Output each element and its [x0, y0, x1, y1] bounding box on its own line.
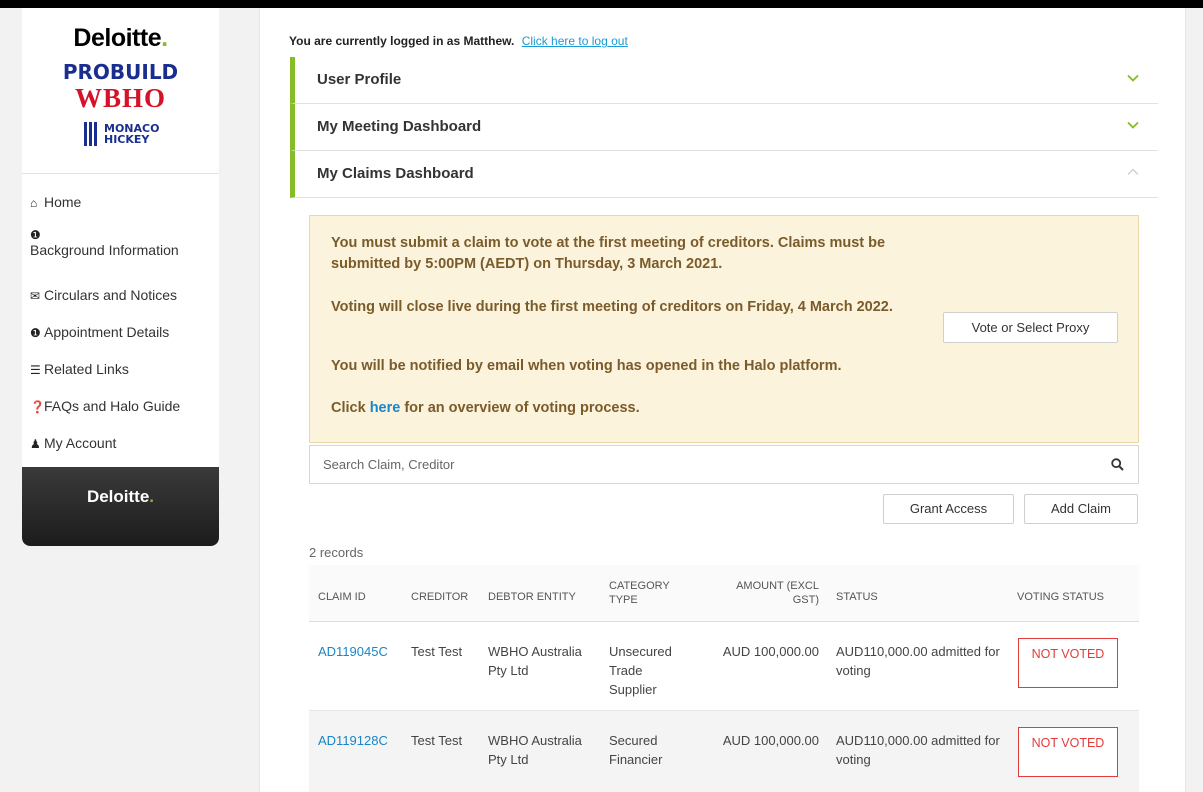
column-status: STATUS: [836, 591, 878, 603]
top-banner-strip: [0, 0, 1203, 8]
login-status: You are currently logged in as Matthew. …: [289, 34, 628, 48]
probuild-logo: PROBUILD: [62, 60, 179, 84]
user-icon: ♟: [30, 437, 41, 451]
question-circle-icon: ❓: [30, 400, 45, 414]
chevron-down-icon: [1127, 74, 1139, 82]
sidebar-item-faqs-and-halo-guide[interactable]: ❓FAQs and Halo Guide: [30, 398, 180, 414]
notice-claim-deadline: You must submit a claim to vote at the f…: [331, 235, 886, 272]
column-creditor: CREDITOR: [411, 591, 469, 603]
info-circle-icon: ❶: [30, 326, 41, 340]
monaco-bars-icon: [84, 122, 100, 146]
creditor-cell: Test Test: [411, 733, 463, 748]
deloitte-footer-logo: Deloitte.: [86, 487, 155, 506]
notice-voting-close: Voting will close live during the first …: [331, 299, 893, 315]
overview-link[interactable]: here: [370, 400, 401, 416]
chevron-up-icon: [1127, 168, 1139, 175]
column-claim-id: CLAIM ID: [318, 591, 366, 603]
table-row: AD119045C Test Test WBHO Australia Pty L…: [309, 622, 1139, 711]
sidebar-footer: Deloitte.: [22, 467, 219, 546]
table-row: AD119128C Test Test WBHO Australia Pty L…: [309, 711, 1139, 792]
sidebar-item-background-information[interactable]: ❶ Background Information: [30, 228, 179, 258]
add-claim-button[interactable]: Add Claim: [1024, 494, 1138, 524]
claim-search: [309, 445, 1139, 484]
sidebar-item-circulars-and-notices[interactable]: ✉ Circulars and Notices: [30, 287, 177, 303]
logout-link[interactable]: Click here to log out: [522, 34, 628, 48]
notice-overview: Click here for an overview of voting pro…: [331, 400, 640, 416]
sidebar-item-home[interactable]: ⌂ Home: [30, 194, 81, 210]
column-voting-status: VOTING STATUS: [1017, 591, 1104, 603]
debtor-cell: WBHO Australia Pty Ltd: [488, 733, 582, 767]
column-amount: AMOUNT (EXCL GST): [736, 580, 819, 606]
deloitte-logo: Deloitte.: [73, 24, 168, 52]
column-category-type: CATEGORY TYPE: [609, 580, 670, 606]
claim-id-link[interactable]: AD119128C: [318, 731, 388, 750]
vote-or-select-proxy-button[interactable]: Vote or Select Proxy: [943, 312, 1118, 343]
search-input[interactable]: [311, 447, 1091, 482]
status-cell: AUD110,000.00 admitted for voting: [836, 644, 1000, 678]
amount-cell: AUD 100,000.00: [722, 644, 819, 659]
sidebar: Deloitte. PROBUILD WBHO MONACO HICKEY ⌂ Ho…: [22, 8, 219, 546]
list-icon: ☰: [30, 363, 41, 377]
debtor-cell: WBHO Australia Pty Ltd: [488, 644, 582, 678]
sidebar-item-my-account[interactable]: ♟ My Account: [30, 435, 116, 451]
voting-notice: You must submit a claim to vote at the f…: [309, 215, 1139, 443]
creditor-cell: Test Test: [411, 644, 463, 659]
amount-cell: AUD 100,000.00: [722, 733, 819, 748]
status-cell: AUD110,000.00 admitted for voting: [836, 733, 1000, 767]
sidebar-item-related-links[interactable]: ☰ Related Links: [30, 361, 129, 377]
info-icon: ❶: [30, 228, 41, 242]
record-count: 2 records: [309, 545, 364, 560]
voting-status-badge: NOT VOTED: [1018, 727, 1118, 777]
home-icon: ⌂: [30, 196, 38, 210]
category-cell: Unsecured Trade Supplier: [609, 644, 672, 697]
accordion-my-meeting-dashboard[interactable]: My Meeting Dashboard: [290, 104, 1158, 151]
accordion-my-claims-dashboard[interactable]: My Claims Dashboard: [290, 151, 1158, 198]
claim-id-link[interactable]: AD119045C: [318, 642, 388, 661]
column-debtor-entity: DEBTOR ENTITY: [488, 591, 576, 603]
chevron-down-icon: [1127, 121, 1139, 129]
sidebar-item-appointment-details[interactable]: ❶ Appointment Details: [30, 324, 169, 340]
envelope-icon: ✉: [30, 289, 41, 303]
claims-table-header: CLAIM ID CREDITOR DEBTOR ENTITY CATEGORY…: [309, 565, 1139, 622]
voting-status-badge: NOT VOTED: [1018, 638, 1118, 688]
wbho-logo: WBHO: [74, 83, 166, 113]
category-cell: Secured Financier: [609, 733, 663, 767]
monaco-hickey-logo: MONACO HICKEY: [84, 120, 164, 150]
grant-access-button[interactable]: Grant Access: [883, 494, 1014, 524]
sponsor-logos: Deloitte. PROBUILD WBHO MONACO HICKEY: [22, 8, 219, 174]
main-panel: You are currently logged in as Matthew. …: [259, 8, 1186, 792]
accordion-user-profile[interactable]: User Profile: [290, 57, 1158, 104]
search-icon[interactable]: [1111, 458, 1124, 471]
notice-email-notification: You will be notified by email when votin…: [331, 358, 842, 374]
